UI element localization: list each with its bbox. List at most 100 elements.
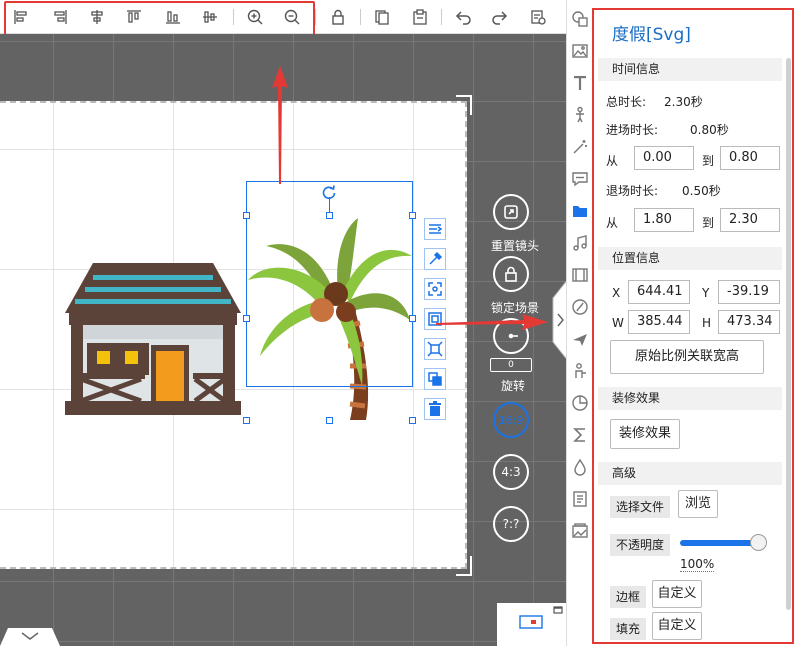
person-icon[interactable] xyxy=(571,362,589,380)
rotate-label: 旋转 xyxy=(501,379,526,393)
character-icon[interactable] xyxy=(571,106,589,124)
exit-from-input[interactable]: 1.80 xyxy=(634,208,694,232)
resize-handle[interactable] xyxy=(409,315,416,322)
resize-handle[interactable] xyxy=(409,417,416,424)
settings-icon[interactable] xyxy=(529,8,547,26)
position-section-header: 位置信息 xyxy=(598,247,782,270)
gallery-icon[interactable] xyxy=(571,522,589,540)
magic-wand-icon[interactable] xyxy=(571,138,589,156)
resize-handle[interactable] xyxy=(243,315,250,322)
delete-icon[interactable] xyxy=(424,398,446,420)
resize-handle[interactable] xyxy=(326,212,333,219)
rotation-input[interactable]: 0 xyxy=(490,358,532,372)
rotate-handle-stem xyxy=(329,197,330,212)
link-ratio-button[interactable]: 原始比例关联宽高 xyxy=(610,340,764,374)
time-section-header: 时间信息 xyxy=(598,58,782,81)
advanced-section-header: 高级 xyxy=(598,462,782,485)
border-label: 边框 xyxy=(610,586,647,608)
magic-effect-icon[interactable] xyxy=(424,248,446,270)
ratio-16-9-button[interactable]: 16:9 xyxy=(493,402,529,438)
w-input[interactable]: 385.44 xyxy=(628,310,690,334)
copy-icon[interactable] xyxy=(373,8,391,26)
drop-icon[interactable] xyxy=(571,458,589,476)
decor-section-header: 装修效果 xyxy=(598,387,782,410)
panel-scrollbar[interactable] xyxy=(786,58,791,610)
resize-handle[interactable] xyxy=(326,417,333,424)
animation-icon[interactable] xyxy=(571,298,589,316)
total-duration-value: 2.30秒 xyxy=(664,95,703,109)
text-icon[interactable] xyxy=(571,74,589,92)
reset-camera-button[interactable] xyxy=(493,194,529,230)
lock-icon[interactable] xyxy=(329,8,347,26)
stage-corner-marker xyxy=(456,556,472,576)
minimap-thumbnail[interactable] xyxy=(497,603,566,646)
tool-icon-strip xyxy=(566,0,592,646)
property-panel: 度假[Svg] 时间信息 总时长: 2.30秒 进场时长: 0.80秒 从 0.… xyxy=(592,8,794,644)
resize-handle[interactable] xyxy=(409,212,416,219)
y-label: Y xyxy=(702,286,710,300)
w-label: W xyxy=(612,316,624,330)
pie-chart-icon[interactable] xyxy=(571,394,589,412)
collapse-timeline-icon[interactable] xyxy=(0,624,60,646)
expand-icon[interactable] xyxy=(424,338,446,360)
exit-to-label: 到 xyxy=(702,216,715,230)
film-icon[interactable] xyxy=(571,266,589,284)
toolbar-divider xyxy=(360,9,361,25)
fit-screen-icon[interactable] xyxy=(424,278,446,300)
enter-duration-label: 进场时长: xyxy=(606,123,659,137)
border-custom-button[interactable]: 自定义 xyxy=(652,580,702,608)
y-input[interactable]: -39.19 xyxy=(718,280,780,304)
h-label: H xyxy=(702,316,712,330)
lock-scene-button[interactable] xyxy=(493,256,529,292)
paste-icon[interactable] xyxy=(411,8,429,26)
exit-to-input[interactable]: 2.30 xyxy=(720,208,780,232)
minimap-icon xyxy=(519,615,543,629)
annotation-arrow-right xyxy=(436,314,548,330)
minimap-restore-icon[interactable] xyxy=(553,605,563,615)
ratio-custom-button[interactable]: ?:? xyxy=(493,506,529,542)
sigma-icon[interactable] xyxy=(571,426,589,444)
enter-from-input[interactable]: 0.00 xyxy=(634,146,694,170)
folder-icon[interactable] xyxy=(571,202,589,220)
decor-effect-button[interactable]: 装修效果 xyxy=(610,419,680,449)
redo-icon[interactable] xyxy=(491,8,509,26)
x-input[interactable]: 644.41 xyxy=(628,280,690,304)
layer-order-icon[interactable] xyxy=(424,368,446,390)
opacity-value: 100% xyxy=(680,557,715,572)
resize-handle[interactable] xyxy=(243,417,250,424)
h-input[interactable]: 473.34 xyxy=(718,310,780,334)
comment-icon[interactable] xyxy=(571,170,589,188)
music-icon[interactable] xyxy=(571,234,589,252)
undo-icon[interactable] xyxy=(454,8,472,26)
editor-app: 重置镜头 锁定场景 0 旋转 16:9 4:3 ?:? 度假[Svg] 时间信息… xyxy=(0,0,796,646)
shape-icon[interactable] xyxy=(571,10,589,28)
stage-corner-marker xyxy=(456,95,472,115)
browse-button[interactable]: 浏览 xyxy=(678,490,718,518)
enter-to-label: 到 xyxy=(702,154,715,168)
resize-handle[interactable] xyxy=(243,212,250,219)
toolbar-divider xyxy=(315,9,316,25)
opacity-label: 不透明度 xyxy=(610,534,671,556)
enter-duration-value: 0.80秒 xyxy=(690,123,729,137)
fill-label: 填充 xyxy=(610,618,647,640)
house-image[interactable] xyxy=(63,261,243,419)
exit-duration-value: 0.50秒 xyxy=(682,184,721,198)
fill-custom-button[interactable]: 自定义 xyxy=(652,612,702,640)
top-toolbar xyxy=(0,0,566,37)
toolbar-highlight-box xyxy=(4,1,315,37)
airplane-icon[interactable] xyxy=(571,330,589,348)
text-align-tool-icon[interactable] xyxy=(424,218,446,240)
annotation-arrow-up xyxy=(272,66,288,184)
opacity-slider[interactable] xyxy=(680,540,760,546)
exit-duration-label: 退场时长: xyxy=(606,184,659,198)
total-duration-label: 总时长: xyxy=(606,95,647,109)
image-icon[interactable] xyxy=(571,42,589,60)
document-icon[interactable] xyxy=(571,490,589,508)
exit-from-label: 从 xyxy=(606,216,619,230)
enter-from-label: 从 xyxy=(606,154,619,168)
enter-to-input[interactable]: 0.80 xyxy=(720,146,780,170)
x-label: X xyxy=(612,286,621,300)
reset-camera-label: 重置镜头 xyxy=(491,239,540,253)
opacity-slider-knob[interactable] xyxy=(750,534,767,551)
ratio-4-3-button[interactable]: 4:3 xyxy=(493,454,529,490)
